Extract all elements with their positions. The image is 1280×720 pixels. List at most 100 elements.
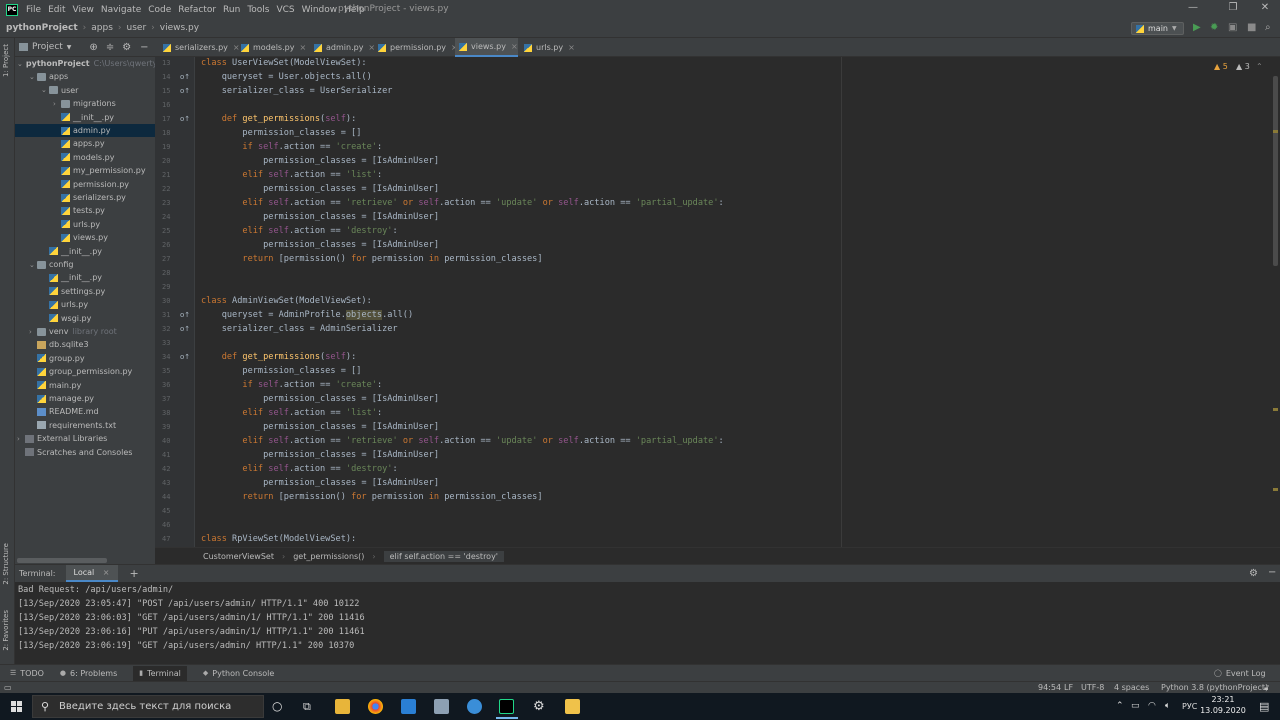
- stop-icon[interactable]: ■: [1247, 22, 1256, 33]
- tab-permission[interactable]: permission.py×: [374, 38, 458, 57]
- warning-count[interactable]: ▲ 5: [1214, 62, 1228, 71]
- network-icon[interactable]: ◠: [1148, 701, 1156, 711]
- pycharm-icon[interactable]: [499, 699, 514, 714]
- breadcrumb-project[interactable]: pythonProject: [6, 23, 78, 33]
- chevron-down-icon[interactable]: ⌄: [29, 261, 37, 269]
- tree-item[interactable]: README.md: [15, 405, 155, 418]
- menu-code[interactable]: Code: [148, 5, 171, 15]
- editor-scrollbar[interactable]: [1273, 76, 1278, 266]
- pc-app-icon[interactable]: [434, 699, 449, 714]
- tree-item[interactable]: ⌄ pythonProject C:\Users\qwerty: [15, 57, 155, 70]
- chevron-down-icon[interactable]: ⌄: [29, 73, 37, 81]
- telegram-icon[interactable]: [467, 699, 482, 714]
- collapse-icon[interactable]: ≑: [106, 42, 114, 53]
- favorites-tool-button[interactable]: 2: Favorites: [2, 610, 10, 651]
- tree-item[interactable]: › migrations: [15, 97, 155, 110]
- debug-icon[interactable]: ✹: [1210, 22, 1218, 33]
- terminal-output[interactable]: Bad Request: /api/users/admin/ [13/Sep/2…: [15, 582, 1280, 664]
- project-tool-button[interactable]: 1: Project: [2, 44, 10, 77]
- tree-item[interactable]: db.sqlite3: [15, 338, 155, 351]
- tree-item[interactable]: Scratches and Consoles: [15, 446, 155, 459]
- tree-item[interactable]: urls.py: [15, 218, 155, 231]
- tree-item[interactable]: manage.py: [15, 392, 155, 405]
- notifications-icon[interactable]: ▤: [1259, 700, 1269, 713]
- tree-item[interactable]: ⌄ config: [15, 258, 155, 271]
- menu-navigate[interactable]: Navigate: [101, 5, 141, 15]
- menu-tools[interactable]: Tools: [247, 5, 269, 15]
- maximize-button[interactable]: ❐: [1226, 2, 1240, 13]
- taskbar-clock[interactable]: 23:21 13.09.2020: [1200, 694, 1246, 716]
- tree-item[interactable]: serializers.py: [15, 191, 155, 204]
- close-icon[interactable]: ×: [103, 568, 110, 577]
- error-stripe-mark[interactable]: [1273, 488, 1278, 491]
- line-separator[interactable]: LF: [1064, 683, 1073, 692]
- lock-icon[interactable]: 🔓︎: [1264, 683, 1269, 693]
- chevron-up-icon[interactable]: ⌃: [1256, 62, 1263, 71]
- code-breadcrumb-class[interactable]: CustomerViewSet: [203, 552, 274, 561]
- cortana-icon[interactable]: ○: [272, 699, 282, 713]
- menu-view[interactable]: View: [73, 5, 94, 15]
- taskbar-search-box[interactable]: ⚲ Введите здесь текст для поиска: [32, 695, 264, 718]
- tree-item[interactable]: settings.py: [15, 285, 155, 298]
- tab-serializers[interactable]: serializers.py ×: [159, 38, 240, 57]
- chevron-right-icon[interactable]: ›: [17, 435, 25, 443]
- gear-icon[interactable]: ⚙: [1249, 568, 1258, 579]
- tree-item[interactable]: group.py: [15, 352, 155, 365]
- menu-window[interactable]: Window: [302, 5, 338, 15]
- settings-icon[interactable]: ⚙: [533, 699, 545, 714]
- project-scrollbar[interactable]: [15, 557, 155, 564]
- chevron-down-icon[interactable]: ⌄: [17, 60, 23, 68]
- override-marker-icon[interactable]: o↑: [180, 87, 190, 95]
- code-editor[interactable]: class UserViewSet(ModelViewSet): queryse…: [196, 57, 1280, 547]
- menu-file[interactable]: File: [26, 5, 41, 15]
- tab-admin[interactable]: admin.py ×: [310, 38, 375, 57]
- tree-item[interactable]: __init__.py: [15, 245, 155, 258]
- caret-position[interactable]: 94:54: [1038, 683, 1061, 692]
- hide-icon[interactable]: −: [1268, 567, 1276, 578]
- override-marker-icon[interactable]: o↑: [180, 115, 190, 123]
- tree-item[interactable]: wsgi.py: [15, 312, 155, 325]
- chrome-icon[interactable]: [368, 699, 383, 714]
- breadcrumb-file[interactable]: views.py: [160, 23, 199, 33]
- tree-item[interactable]: ⌄ user: [15, 84, 155, 97]
- terminal-tool-button[interactable]: ▮ Terminal: [133, 665, 187, 681]
- task-view-icon[interactable]: ⧉: [303, 700, 311, 714]
- close-tab-icon[interactable]: ×: [299, 43, 306, 52]
- volume-icon[interactable]: 🔈︎: [1165, 701, 1170, 711]
- todo-tool-button[interactable]: ☰ TODO: [10, 669, 44, 678]
- close-window-button[interactable]: ✕: [1258, 2, 1272, 13]
- menu-edit[interactable]: Edit: [48, 5, 65, 15]
- tree-item[interactable]: ⌄ apps: [15, 70, 155, 83]
- tree-item[interactable]: __init__.py: [15, 271, 155, 284]
- search-icon[interactable]: ⌕: [1265, 22, 1271, 33]
- code-breadcrumb-method[interactable]: get_permissions(): [293, 552, 364, 561]
- run-config-selector[interactable]: main ▼: [1131, 22, 1184, 35]
- tree-item[interactable]: main.py: [15, 379, 155, 392]
- override-marker-icon[interactable]: o↑: [180, 311, 190, 319]
- tree-item[interactable]: __init__.py: [15, 111, 155, 124]
- minimize-button[interactable]: —: [1186, 2, 1200, 13]
- chevron-right-icon[interactable]: ›: [53, 100, 61, 108]
- python-console-tool-button[interactable]: ◆ Python Console: [203, 669, 274, 678]
- tree-item[interactable]: my_permission.py: [15, 164, 155, 177]
- override-marker-icon[interactable]: o↑: [180, 325, 190, 333]
- error-stripe-mark[interactable]: [1273, 408, 1278, 411]
- indent-setting[interactable]: 4 spaces: [1114, 683, 1149, 692]
- gear-icon[interactable]: ⚙: [122, 42, 131, 53]
- tab-urls[interactable]: urls.py ×: [520, 38, 575, 57]
- code-breadcrumb-statement[interactable]: elif self.action == 'destroy': [383, 550, 505, 562]
- tree-item[interactable]: requirements.txt: [15, 419, 155, 432]
- error-stripe-mark[interactable]: [1273, 130, 1278, 133]
- chevron-down-icon[interactable]: ⌄: [41, 86, 49, 94]
- terminal-tab-local[interactable]: Local ×: [65, 565, 118, 582]
- file-encoding[interactable]: UTF-8: [1081, 683, 1104, 692]
- menu-vcs[interactable]: VCS: [276, 5, 294, 15]
- tree-item[interactable]: › venv library root: [15, 325, 155, 338]
- add-terminal-button[interactable]: +: [130, 567, 139, 580]
- file-explorer-icon[interactable]: [335, 699, 350, 714]
- tree-item[interactable]: group_permission.py: [15, 365, 155, 378]
- windows-start-icon[interactable]: [11, 701, 22, 712]
- close-tab-icon[interactable]: ×: [511, 42, 518, 51]
- menu-refactor[interactable]: Refactor: [178, 5, 216, 15]
- menu-run[interactable]: Run: [223, 5, 240, 15]
